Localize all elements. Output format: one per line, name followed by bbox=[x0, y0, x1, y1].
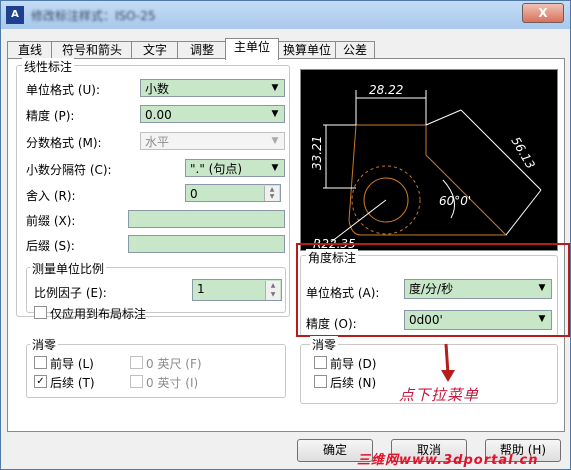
fraction-format-label: 分数格式 (M): bbox=[26, 136, 102, 150]
leading-zero-checkbox[interactable] bbox=[34, 356, 47, 369]
unit-format-select[interactable]: 小数 ▼ bbox=[140, 79, 285, 97]
tab-fit[interactable]: 调整 bbox=[177, 41, 227, 59]
primary-units-panel: 线性标注 单位格式 (U): 小数 ▼ 精度 (P): 0.00 ▼ 分数格式 … bbox=[7, 58, 570, 432]
unit-format-label: 单位格式 (U): bbox=[26, 83, 101, 97]
tab-text[interactable]: 文字 bbox=[131, 41, 179, 59]
angular-leading-zero-checkbox[interactable] bbox=[314, 356, 327, 369]
preview-angle: 60°0' bbox=[439, 194, 471, 208]
angular-trailing-zero-label: 后续 (N) bbox=[330, 376, 377, 390]
dimension-preview: 28.22 33.21 56.13 60°0' R22.35 bbox=[300, 69, 558, 251]
precision-value: 0.00 bbox=[145, 108, 172, 122]
decimal-separator-label: 小数分隔符 (C): bbox=[26, 163, 112, 177]
layout-only-label: 仅应用到布局标注 bbox=[50, 307, 147, 321]
scale-factor-input[interactable]: 1 ▲ ▼ bbox=[192, 279, 282, 301]
round-off-label: 舍入 (R): bbox=[26, 189, 76, 203]
scale-factor-label: 比例因子 (E): bbox=[34, 286, 107, 300]
tab-tolerances[interactable]: 公差 bbox=[335, 41, 375, 59]
annotation-text: 点下拉菜单 bbox=[399, 386, 480, 404]
zero-suppression-linear-title: 消零 bbox=[30, 336, 59, 353]
highlight-box bbox=[296, 243, 570, 337]
unit-format-value: 小数 bbox=[145, 82, 170, 96]
angular-trailing-zero-checkbox[interactable] bbox=[314, 375, 327, 388]
chevron-down-icon: ▼ bbox=[271, 83, 279, 93]
zero-feet-label: 0 英尺 (F) bbox=[146, 357, 202, 371]
chevron-down-icon: ▼ bbox=[271, 136, 279, 146]
precision-label: 精度 (P): bbox=[26, 109, 75, 123]
fraction-format-select: 水平 ▼ bbox=[140, 132, 285, 150]
close-button[interactable]: X bbox=[522, 3, 564, 23]
decimal-separator-value: "." (句点) bbox=[190, 162, 243, 176]
fraction-format-value: 水平 bbox=[145, 135, 170, 149]
title-bar[interactable]: A 修改标注样式：ISO-25 X bbox=[1, 1, 570, 29]
preview-dim-right: 56.13 bbox=[508, 135, 537, 172]
tab-alternate-units[interactable]: 换算单位 bbox=[277, 41, 337, 59]
zero-feet-checkbox bbox=[130, 356, 143, 369]
spinner-icon[interactable]: ▲ ▼ bbox=[264, 186, 279, 201]
prefix-input[interactable] bbox=[128, 210, 285, 228]
zero-inches-checkbox bbox=[130, 375, 143, 388]
measurement-scale-title: 测量单位比例 bbox=[30, 260, 107, 277]
precision-select[interactable]: 0.00 ▼ bbox=[140, 105, 285, 123]
suffix-label: 后缀 (S): bbox=[26, 239, 75, 253]
preview-shape-outline bbox=[348, 124, 508, 236]
trailing-zero-label: 后续 (T) bbox=[50, 376, 95, 390]
trailing-zero-checkbox[interactable]: ✓ bbox=[34, 375, 47, 388]
watermark: 三维网www.3dportal.cn bbox=[357, 453, 539, 468]
leading-zero-label: 前导 (L) bbox=[50, 357, 94, 371]
window-title: 修改标注样式：ISO-25 bbox=[31, 9, 156, 23]
layout-only-checkbox[interactable] bbox=[34, 306, 47, 319]
decimal-separator-select[interactable]: "." (句点) ▼ bbox=[185, 159, 285, 177]
tab-primary-units[interactable]: 主单位 bbox=[225, 38, 279, 60]
angular-leading-zero-label: 前导 (D) bbox=[330, 357, 377, 371]
chevron-down-icon: ▼ bbox=[271, 109, 279, 119]
linear-dimensions-title: 线性标注 bbox=[22, 58, 75, 75]
prefix-label: 前缀 (X): bbox=[26, 214, 76, 228]
suffix-input[interactable] bbox=[128, 235, 285, 253]
spinner-icon[interactable]: ▲ ▼ bbox=[265, 281, 280, 300]
zero-inches-label: 0 英寸 (I) bbox=[146, 376, 199, 390]
zero-suppression-angular-title: 消零 bbox=[310, 336, 339, 353]
autocad-icon: A bbox=[6, 6, 24, 24]
round-off-value: 0 bbox=[190, 187, 198, 201]
tab-lines[interactable]: 直线 bbox=[7, 41, 53, 59]
round-off-input[interactable]: 0 ▲ ▼ bbox=[185, 184, 281, 202]
arrow-down-icon bbox=[441, 343, 455, 382]
preview-dim-top: 28.22 bbox=[369, 83, 403, 97]
dialog-window: A 修改标注样式：ISO-25 X 直线 符号和箭头 文字 调整 主单位 换算单… bbox=[0, 0, 571, 470]
scale-factor-value: 1 bbox=[197, 282, 205, 296]
preview-dim-left: 33.21 bbox=[310, 136, 324, 170]
tab-symbols-arrows[interactable]: 符号和箭头 bbox=[51, 41, 133, 59]
chevron-down-icon: ▼ bbox=[271, 163, 279, 173]
